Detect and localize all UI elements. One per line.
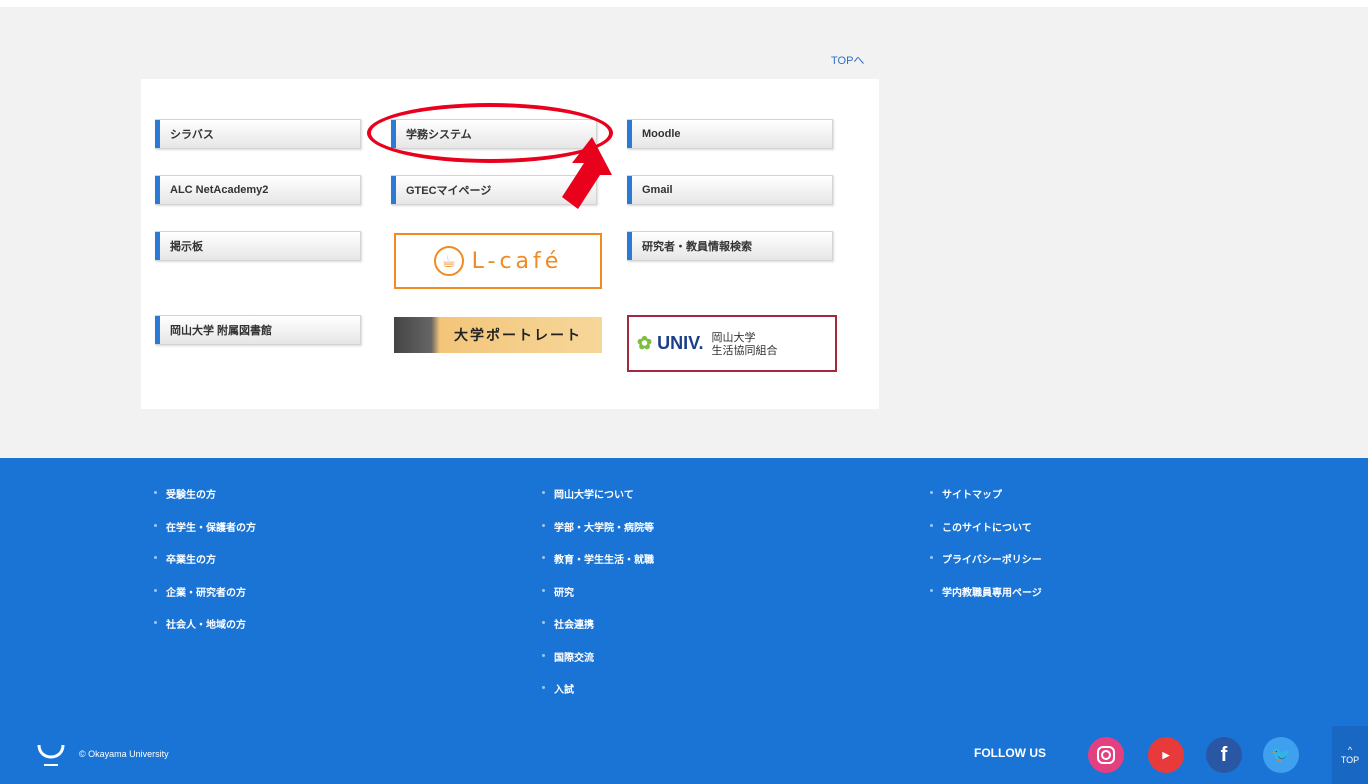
twitter-icon[interactable]: 🐦 (1263, 737, 1299, 773)
footer-link[interactable]: 企業・研究者の方 (154, 584, 256, 617)
chevron-up-icon: ^ (1347, 745, 1353, 755)
syllabus-button[interactable]: シラバス (155, 119, 361, 149)
footer-link[interactable]: 学部・大学院・病院等 (542, 519, 654, 552)
footer-link[interactable]: 社会連携 (542, 616, 654, 649)
lcafe-banner[interactable]: ☕ L-café (394, 233, 602, 289)
instagram-icon[interactable] (1088, 737, 1124, 773)
researcher-search-button[interactable]: 研究者・教員情報検索 (627, 231, 833, 261)
alc-netacademy-button[interactable]: ALC NetAcademy2 (155, 175, 361, 205)
footer-link[interactable]: 卒業生の方 (154, 551, 256, 584)
gakumu-system-label: 学務システム (406, 129, 472, 141)
coop-leaf-icon: ✿ (637, 333, 653, 353)
site-footer: 受験生の方 在学生・保護者の方 卒業生の方 企業・研究者の方 社会人・地域の方 … (0, 458, 1368, 784)
gakumu-system-button[interactable]: 学務システム (391, 119, 597, 149)
footer-link[interactable]: このサイトについて (930, 519, 1042, 552)
coop-banner[interactable]: ✿ UNIV. 岡山大学 生活協同組合 (627, 315, 837, 372)
footer-bottom-bar: © Okayama University FOLLOW US ▶ f 🐦 ^ T… (0, 726, 1368, 784)
coop-name: 岡山大学 生活協同組合 (711, 330, 778, 357)
top-divider (0, 0, 1368, 7)
follow-us-label: FOLLOW US (974, 746, 1046, 760)
footer-link[interactable]: サイトマップ (930, 486, 1042, 519)
footer-link[interactable]: 受験生の方 (154, 486, 256, 519)
footer-column-about: 岡山大学について 学部・大学院・病院等 教育・学生生活・就職 研究 社会連携 国… (542, 486, 654, 714)
footer-link[interactable]: 在学生・保護者の方 (154, 519, 256, 552)
footer-link[interactable]: 教育・学生生活・就職 (542, 551, 654, 584)
gtec-mypage-button[interactable]: GTECマイページ (391, 175, 597, 205)
footer-link[interactable]: 入試 (542, 681, 654, 714)
syllabus-label: シラバス (170, 129, 214, 141)
gtec-mypage-label: GTECマイページ (406, 185, 492, 197)
gmail-button[interactable]: Gmail (627, 175, 833, 205)
bulletin-board-label: 掲示板 (170, 241, 203, 253)
footer-link[interactable]: 国際交流 (542, 649, 654, 682)
moodle-label: Moodle (642, 128, 681, 140)
footer-column-visitors: 受験生の方 在学生・保護者の方 卒業生の方 企業・研究者の方 社会人・地域の方 (154, 486, 256, 649)
footer-link[interactable]: 社会人・地域の方 (154, 616, 256, 649)
footer-link[interactable]: 岡山大学について (542, 486, 654, 519)
university-portrait-label: 大学ポートレート (454, 328, 582, 344)
back-to-top-link[interactable]: TOPへ (831, 52, 864, 68)
footer-link[interactable]: 学内教職員専用ページ (930, 584, 1042, 617)
lcafe-label: L-café (471, 248, 563, 274)
cafe-cup-icon: ☕ (433, 246, 464, 276)
bulletin-board-button[interactable]: 掲示板 (155, 231, 361, 261)
moodle-button[interactable]: Moodle (627, 119, 833, 149)
university-portrait-banner[interactable]: 大学ポートレート (394, 317, 602, 353)
facebook-icon[interactable]: f (1206, 737, 1242, 773)
library-label: 岡山大学 附属図書館 (170, 325, 273, 337)
footer-column-site: サイトマップ このサイトについて プライバシーポリシー 学内教職員専用ページ (930, 486, 1042, 616)
footer-link[interactable]: プライバシーポリシー (930, 551, 1042, 584)
gmail-label: Gmail (642, 184, 673, 196)
youtube-icon[interactable]: ▶ (1148, 737, 1184, 773)
university-logo-icon (37, 744, 65, 766)
alc-netacademy-label: ALC NetAcademy2 (170, 184, 269, 196)
library-button[interactable]: 岡山大学 附属図書館 (155, 315, 361, 345)
researcher-search-label: 研究者・教員情報検索 (642, 241, 752, 253)
link-panel: シラバス 学務システム Moodle ALC NetAcademy2 GTECマ… (141, 79, 879, 409)
coop-logo: ✿ UNIV. (637, 333, 704, 353)
scroll-to-top-label: TOP (1340, 755, 1360, 765)
footer-link[interactable]: 研究 (542, 584, 654, 617)
scroll-to-top-button[interactable]: ^ TOP (1332, 726, 1368, 784)
copyright-text: © Okayama University (79, 749, 169, 759)
